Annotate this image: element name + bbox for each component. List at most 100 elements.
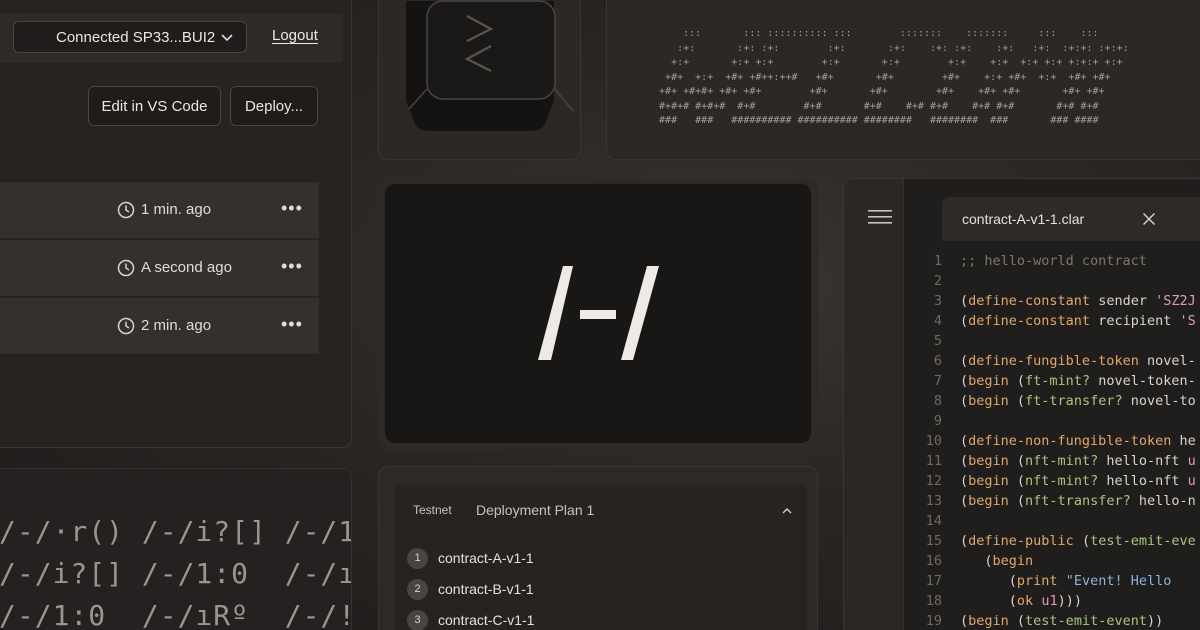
code-token: hello-nft [1098,453,1188,469]
code-token: recipient [1090,313,1180,329]
row-time: 2 min. ago [141,317,212,334]
code-token: ( [960,293,969,309]
line-number: 4 [933,313,942,329]
more-options-icon[interactable]: ••• [281,198,303,219]
code-token: 'SZ2J [1155,293,1196,309]
code-text: (define-public (test-emit-eve [960,533,1196,549]
code-token: ( [1008,613,1026,629]
line-number: 6 [933,353,942,369]
deploy-button[interactable]: Deploy... [230,86,318,126]
line-number: 1 [933,253,942,269]
line-number: 7 [933,373,942,389]
line-number: 15 [925,533,942,549]
glyph-line: /-/1:0 /-/ıRº /-/!r> [0,599,351,630]
code-token: begin [968,473,1009,489]
code-token: test-emit-event [1025,613,1147,629]
code-text: (define-non-fungible-token he [960,433,1196,449]
code-token: nft-transfer? [1025,493,1131,509]
line-number: 11 [925,453,942,469]
code-text: (define-constant recipient 'S [960,313,1196,329]
code-token: nft-mint? [1025,453,1099,469]
code-token: define-constant [968,313,1091,329]
code-token: hello-nft [1098,473,1188,489]
code-text: (begin (ft-transfer? novel-to [960,393,1196,409]
edit-in-vscode-button[interactable]: Edit in VS Code [88,86,221,126]
clock-icon [117,317,135,335]
code-token: define-fungible-token [968,353,1139,369]
code-editor-panel: contract-A-v1-1.clar 1 ;; hello-world con… [843,178,1200,630]
activity-row[interactable]: A second ago ••• [0,240,319,296]
code-token: ok [1016,593,1034,609]
code-token: ( [960,553,993,569]
code-text: (define-constant sender 'SZ2J [960,293,1196,309]
code-token: ( [960,313,969,329]
activity-row[interactable]: 1 min. ago ••• [0,182,319,238]
step-number: 1 [407,547,428,569]
code-token: sender [1090,293,1156,309]
plan-item[interactable]: 1 contract-A-v1-1 [407,547,534,569]
more-options-icon[interactable]: ••• [281,256,303,277]
tab-filename: contract-A-v1-1.clar [962,211,1085,227]
code-token: ( [1008,393,1026,409]
code-token: novel- [1138,353,1196,369]
hiro-logo-icon [538,266,659,360]
code-token: define-non-fungible-token [968,433,1172,449]
code-token: 'S [1179,313,1196,329]
code-text: (begin (nft-mint? hello-nft u [960,453,1196,469]
line-number: 2 [933,273,942,289]
code-token: ft-transfer? [1025,393,1123,409]
code-token: ( [960,533,969,549]
clock-icon [117,201,135,219]
more-options-icon[interactable]: ••• [281,314,303,335]
code-token: ( [960,353,969,369]
code-token: define-public [968,533,1074,549]
menu-icon[interactable] [868,209,892,225]
line-number: 13 [925,493,942,509]
activity-row[interactable]: 2 min. ago ••• [0,298,319,354]
plan-item[interactable]: 2 contract-B-v1-1 [407,578,534,600]
code-token: ( [960,593,1017,609]
keycap-panel [378,0,581,160]
code-token: ( [960,493,969,509]
ascii-art-panel: ::: ::: :::::::::: ::: ::::::: ::::::: :… [606,0,1200,160]
code-token: nft-mint? [1025,473,1099,489]
code-token: begin [968,373,1009,389]
code-token: begin [968,613,1009,629]
code-token: begin [968,493,1009,509]
code-token: he [1171,433,1196,449]
deployment-plan-panel: Testnet Deployment Plan 1 1 contract-A-v… [378,466,818,630]
code-text: (begin (nft-transfer? hello-n [960,493,1196,509]
editor-sidebar [844,179,904,630]
code-token: ( [1008,373,1026,389]
code-token: u [1187,473,1196,489]
line-number: 19 [925,613,942,629]
wallet-label: Connected SP33...BUI2 [56,28,216,46]
code-text: (begin (test-emit-event)) [960,613,1163,629]
code-token: u [1187,453,1196,469]
line-number: 18 [925,593,942,609]
code-token: ( [960,573,1017,589]
line-number: 3 [933,293,942,309]
dashboard-panel: Connected SP33...BUI2 Logout Edit in VS … [0,0,352,448]
ascii-banner: ::: ::: :::::::::: ::: ::::::: ::::::: :… [659,28,1129,126]
line-number: 14 [925,513,942,529]
code-text: (ok u1))) [960,593,1082,609]
code-text: (define-fungible-token novel- [960,353,1196,369]
step-number: 2 [407,578,428,600]
line-number: 12 [925,473,942,489]
close-icon[interactable] [1142,212,1156,226]
plan-item[interactable]: 3 contract-C-v1-1 [407,609,534,630]
code-token: ))) [1057,593,1082,609]
chevron-up-icon[interactable] [781,505,793,517]
clock-icon [117,259,135,277]
glyph-pattern-panel: /-/·r() /-/i?[] /-/1:0 /-/i?[] /-/1:0 /-… [0,468,352,630]
code-text: (begin (nft-mint? hello-nft u [960,473,1196,489]
code-token: ( [960,453,969,469]
wallet-connect-button[interactable]: Connected SP33...BUI2 [13,21,247,53]
code-token: ( [960,373,969,389]
code-token: ;; hello-world contract [960,253,1147,269]
code-token: test-emit-eve [1090,533,1196,549]
logout-link[interactable]: Logout [272,27,318,44]
editor-tab[interactable]: contract-A-v1-1.clar [942,197,1200,241]
